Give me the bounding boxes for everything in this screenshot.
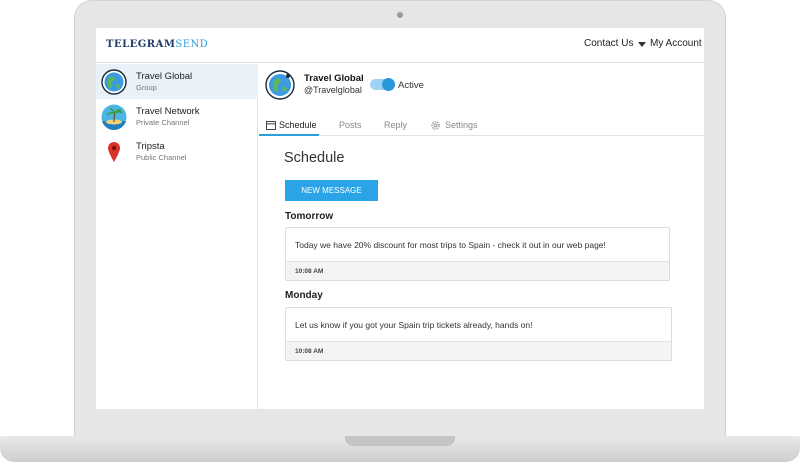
tab-posts[interactable]: Posts bbox=[339, 120, 362, 130]
app-window: TELEGRAMSEND Contact Us My Account Trave… bbox=[96, 28, 704, 409]
group-name: Travel Global bbox=[304, 73, 364, 84]
sidebar-item-name: Travel Network bbox=[136, 106, 200, 117]
group-handle: @Travelglobal bbox=[304, 85, 362, 95]
day-heading: Tomorrow bbox=[285, 211, 334, 222]
tab-schedule[interactable]: Schedule bbox=[279, 120, 317, 130]
calendar-icon bbox=[266, 121, 276, 130]
map-pin-icon bbox=[108, 142, 120, 162]
island-icon bbox=[101, 104, 127, 130]
sidebar-item-type: Private Channel bbox=[136, 118, 190, 127]
message-footer: 10:08 AM bbox=[286, 261, 669, 280]
sidebar-item-tripsta[interactable]: Tripsta Public Channel bbox=[96, 134, 258, 169]
message-footer: 10:08 AM bbox=[286, 341, 671, 360]
day-heading: Monday bbox=[285, 290, 323, 301]
new-message-button[interactable]: NEW MESSAGE bbox=[285, 180, 378, 201]
scheduled-message-card[interactable]: Let us know if you got your Spain trip t… bbox=[285, 307, 672, 361]
tab-reply[interactable]: Reply bbox=[384, 120, 407, 130]
toggle-knob[interactable] bbox=[382, 78, 395, 91]
active-toggle[interactable] bbox=[370, 78, 395, 91]
chevron-down-icon[interactable] bbox=[638, 42, 646, 47]
message-time: 10:08 AM bbox=[295, 268, 324, 275]
brand-logo[interactable]: TELEGRAMSEND bbox=[106, 39, 208, 50]
tab-active-indicator bbox=[259, 134, 319, 136]
sidebar-item-type: Public Channel bbox=[136, 153, 187, 162]
gear-icon bbox=[431, 121, 440, 130]
contact-us-link[interactable]: Contact Us bbox=[584, 38, 633, 49]
main-panel: Travel Global @Travelglobal Active Sched… bbox=[259, 64, 704, 409]
active-status-label: Active bbox=[398, 80, 424, 91]
tab-settings[interactable]: Settings bbox=[445, 120, 478, 130]
scheduled-message-card[interactable]: Today we have 20% discount for most trip… bbox=[285, 227, 670, 281]
sidebar-item-travel-global[interactable]: Travel Global Group bbox=[96, 64, 258, 99]
message-text: Let us know if you got your Spain trip t… bbox=[295, 320, 533, 330]
message-text: Today we have 20% discount for most trip… bbox=[295, 240, 606, 250]
sidebar-item-name: Tripsta bbox=[136, 141, 165, 152]
top-bar: TELEGRAMSEND Contact Us My Account bbox=[96, 28, 704, 63]
message-time: 10:08 AM bbox=[295, 348, 324, 355]
sidebar-item-travel-network[interactable]: Travel Network Private Channel bbox=[96, 99, 258, 134]
my-account-menu[interactable]: My Account bbox=[650, 38, 702, 49]
page-title: Schedule bbox=[284, 150, 345, 166]
laptop-mockup: TELEGRAMSEND Contact Us My Account Trave… bbox=[0, 0, 800, 462]
tab-bar: Schedule Posts Reply Settings bbox=[259, 114, 704, 136]
globe-icon bbox=[265, 70, 295, 100]
sidebar: Travel Global Group Travel Network Priva… bbox=[96, 64, 258, 409]
laptop-notch bbox=[345, 436, 455, 446]
camera-dot bbox=[397, 12, 403, 18]
sidebar-item-name: Travel Global bbox=[136, 71, 193, 82]
globe-icon bbox=[101, 69, 127, 95]
sidebar-item-type: Group bbox=[136, 83, 157, 92]
